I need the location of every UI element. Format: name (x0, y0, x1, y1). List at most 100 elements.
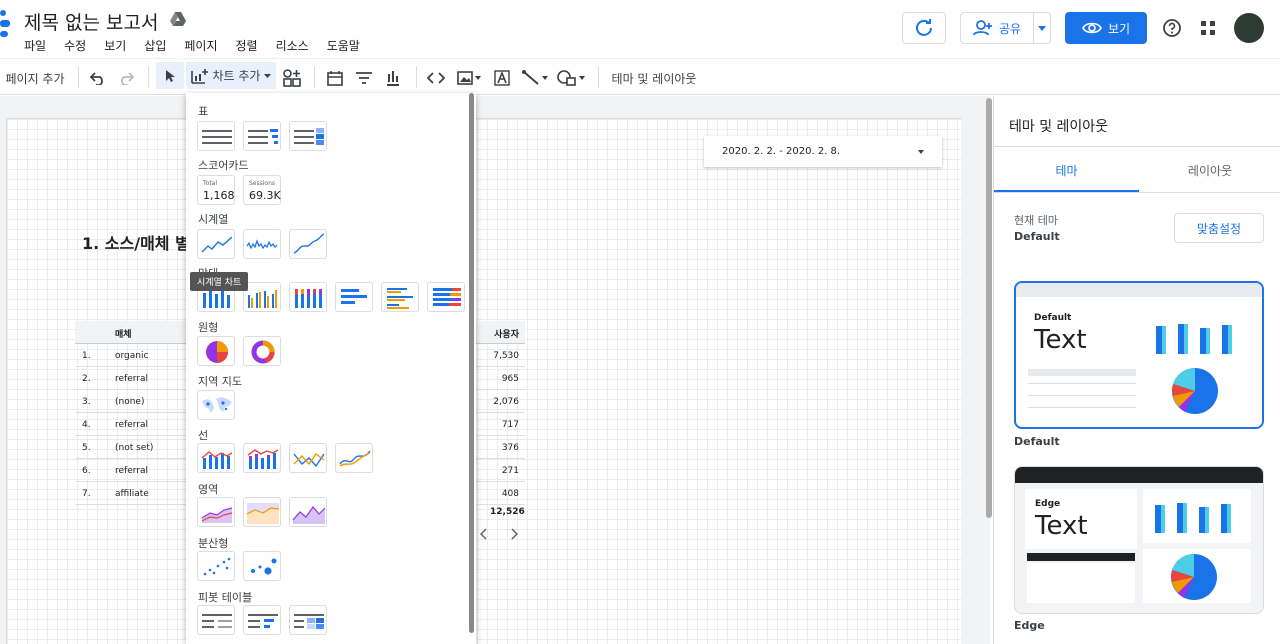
prev-page-icon[interactable] (479, 528, 492, 540)
add-chart-button[interactable]: 차트 추가 (186, 62, 276, 89)
canvas-scrollbar[interactable] (986, 98, 992, 518)
menu-scrollbar[interactable] (469, 93, 474, 633)
table-heatmap-chart-option[interactable] (289, 121, 327, 151)
row-users: 408 (501, 489, 519, 499)
geo-map-option[interactable] (197, 390, 235, 420)
cursor-icon (166, 69, 175, 82)
theme-card-edge-name: Edge (1035, 499, 1061, 509)
row-users: 271 (501, 466, 519, 476)
add-chart-label: 차트 추가 (212, 69, 261, 83)
theme-layout-panel: 테마 및 레이아웃 테마 레이아웃 현재 테마 Default 맞춤설정 Def… (993, 96, 1280, 644)
date-range-control[interactable]: 2020. 2. 2. - 2020. 2. 8. (704, 136, 942, 167)
percent-area-chart-option[interactable] (289, 497, 327, 527)
pivot-table-option[interactable] (197, 605, 235, 635)
image-icon[interactable] (455, 67, 483, 89)
share-dropdown-button[interactable] (1033, 12, 1051, 44)
scorecard-compact-option[interactable]: Sessions 69.3K (243, 175, 281, 205)
section-pie: 원형 (198, 321, 219, 334)
stacked-combo-chart-option[interactable] (243, 443, 281, 473)
panel-title: 테마 및 레이아웃 (1009, 119, 1109, 135)
drive-icon[interactable] (170, 12, 186, 26)
refresh-button[interactable] (902, 12, 946, 44)
scorecard-option[interactable]: Total 1,168 (197, 175, 235, 205)
theme-layout-button[interactable]: 테마 및 레이아웃 (608, 67, 700, 89)
section-table: 표 (198, 105, 209, 118)
menu-help[interactable]: 도움말 (327, 37, 360, 54)
pie-chart-option[interactable] (197, 336, 235, 366)
menu-arrange[interactable]: 정렬 (236, 37, 258, 54)
row-users: 376 (501, 443, 519, 453)
help-icon[interactable] (1162, 18, 1182, 38)
code-icon[interactable] (426, 67, 446, 89)
menu-page[interactable]: 페이지 (184, 37, 217, 54)
shape-icon[interactable] (555, 67, 587, 89)
grouped-bar-chart-option[interactable] (381, 282, 419, 312)
stacked-bar-chart-option[interactable] (427, 282, 465, 312)
line-icon[interactable] (520, 67, 550, 89)
refresh-icon (916, 19, 932, 36)
caret-down-icon (264, 73, 272, 78)
data-control-icon[interactable] (383, 67, 403, 89)
share-label: 공유 (998, 21, 1022, 36)
table-bars-chart-option[interactable] (243, 121, 281, 151)
looker-studio-logo[interactable] (0, 10, 10, 40)
section-scorecard: 스코어카드 (198, 159, 249, 172)
row-medium: organic (115, 351, 149, 361)
grouped-column-chart-option[interactable] (243, 282, 281, 312)
tab-theme[interactable]: 테마 (994, 162, 1139, 179)
stacked-area-chart-option[interactable] (243, 497, 281, 527)
section-line: 선 (198, 429, 209, 442)
filter-icon[interactable] (354, 67, 374, 89)
scatter-chart-option[interactable] (197, 551, 235, 581)
menu-insert[interactable]: 삽입 (144, 37, 166, 54)
select-pointer-button[interactable] (156, 62, 184, 89)
tab-layout[interactable]: 레이아웃 (1139, 162, 1280, 179)
view-label: 보기 (1107, 21, 1131, 36)
report-title[interactable]: 제목 없는 보고서 (24, 8, 158, 35)
sparkline-chart-option[interactable] (243, 229, 281, 259)
smooth-timeseries-chart-option[interactable] (289, 229, 327, 259)
share-button[interactable]: 공유 (960, 12, 1034, 44)
table-chart-option[interactable] (197, 121, 235, 151)
menu-resource[interactable]: 리소스 (276, 37, 309, 54)
undo-icon[interactable] (88, 67, 108, 89)
date-range-value: 2020. 2. 2. - 2020. 2. 8. (722, 146, 841, 157)
customize-button[interactable]: 맞춤설정 (1174, 213, 1264, 243)
add-chart-icon (190, 68, 208, 84)
theme-default-caption: Default (1014, 435, 1060, 448)
next-page-icon[interactable] (510, 528, 522, 540)
pivot-bars-option[interactable] (243, 605, 281, 635)
bar-chart-option[interactable] (335, 282, 373, 312)
redo-icon[interactable] (116, 67, 136, 89)
donut-chart-option[interactable] (243, 336, 281, 366)
apps-grid-icon[interactable] (1200, 20, 1216, 36)
row-index: 4. (82, 420, 91, 430)
stacked-column-chart-option[interactable] (289, 282, 327, 312)
view-button[interactable]: 보기 (1065, 12, 1147, 44)
menu-file[interactable]: 파일 (24, 37, 46, 54)
row-index: 6. (82, 466, 91, 476)
menu-edit[interactable]: 수정 (64, 37, 86, 54)
line-chart-option[interactable] (289, 443, 327, 473)
row-users: 2,076 (493, 397, 519, 407)
row-users: 7,530 (493, 351, 519, 361)
bubble-chart-option[interactable] (243, 551, 281, 581)
theme-card-edge[interactable]: Edge Text (1014, 466, 1264, 614)
date-range-icon[interactable] (325, 67, 345, 89)
text-box-icon[interactable] (492, 67, 512, 89)
timeseries-chart-option[interactable] (197, 229, 235, 259)
area-chart-option[interactable] (197, 497, 235, 527)
avatar[interactable] (1234, 13, 1264, 43)
col-header-users[interactable]: 사용자 (494, 327, 519, 340)
col-header-medium[interactable]: 매체 (115, 327, 132, 340)
scorecard-sessions-label: Sessions (249, 180, 276, 187)
smooth-line-chart-option[interactable] (335, 443, 373, 473)
pivot-heatmap-option[interactable] (289, 605, 327, 635)
menu-view[interactable]: 보기 (104, 37, 126, 54)
add-control-icon[interactable] (282, 67, 302, 89)
combo-chart-option[interactable] (197, 443, 235, 473)
row-medium: referral (115, 466, 149, 476)
theme-card-edge-pie-preview (1171, 553, 1217, 600)
theme-card-default[interactable]: Default Text (1014, 281, 1264, 429)
add-page-button[interactable]: 페이지 추가 (4, 67, 66, 89)
